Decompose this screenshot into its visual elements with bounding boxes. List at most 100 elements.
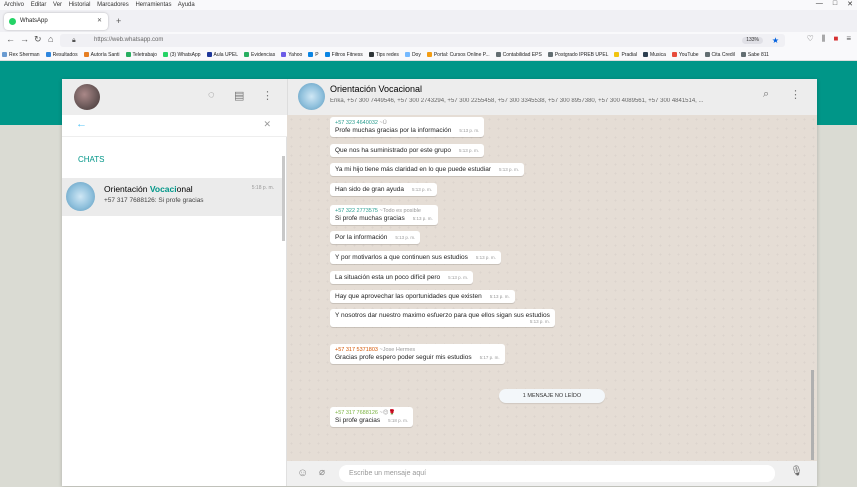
attach-clip-icon[interactable]: ⌀ [319, 467, 325, 478]
bookmark-item[interactable]: Yahoo [281, 52, 302, 58]
bookmark-item[interactable]: Rex Sherman [2, 52, 40, 58]
extension-icon[interactable]: ■ [833, 34, 838, 44]
message-bubble[interactable]: Han sido de gran ayuda 5:13 p. m. [330, 183, 438, 196]
bookmark-item[interactable]: Portal: Cursos Online P... [426, 52, 490, 58]
search-icon[interactable]: ⌕ [763, 88, 769, 101]
bookmark-item[interactable]: Postgrado IPREB UPEL [547, 52, 608, 58]
bookmark-item[interactable]: P [308, 52, 319, 58]
bookmark-item[interactable]: Filtros Fitness [324, 52, 363, 58]
message-bubble[interactable]: Hay que aprovechar las oportunidades que… [330, 290, 515, 303]
back-arrow-icon[interactable]: ← [76, 118, 87, 130]
maximize-button[interactable]: □ [833, 0, 837, 10]
message-bubble[interactable]: +57 323 4640032 ~Ü Profe muchas gracias p… [330, 117, 485, 137]
bookmark-item[interactable]: Musica [643, 52, 666, 58]
menu-historial[interactable]: Historial [69, 2, 91, 8]
menu-herramientas[interactable]: Herramientas [135, 2, 171, 8]
lock-icon[interactable]: 🔒︎ [72, 34, 76, 47]
new-tab-button[interactable]: + [116, 16, 121, 26]
bookmark-label: Sabe 811 [747, 52, 769, 58]
message-bubble[interactable]: Y por motivarlos a que continuen sus est… [330, 251, 501, 264]
message-sender[interactable]: +57 317 7688126 ~😊🌹 [335, 410, 408, 416]
address-bar[interactable]: 🔒︎ https://web.whatsapp.com 133% ★ [60, 34, 785, 47]
bookmark-label: Portal: Cursos Online P... [433, 52, 490, 58]
close-tab-icon[interactable]: ✕ [97, 13, 102, 30]
messages-scrollbar[interactable] [811, 370, 814, 460]
message-bubble[interactable]: Por la información 5:13 p. m. [330, 231, 421, 244]
message-bubble[interactable]: Ya mi hijo tiene más claridad en lo que … [330, 163, 524, 176]
message-time: 5:13 p. m. [395, 235, 416, 240]
bookmark-favicon-icon [125, 52, 131, 57]
message-sender[interactable]: +57 317 5371803 ~Jose Hermes [335, 347, 500, 353]
message-bubble[interactable]: La situación esta un poco difícil pero 5:… [330, 271, 474, 284]
back-icon[interactable]: ← [6, 34, 15, 44]
status-icon[interactable]: ◌ [208, 89, 215, 101]
bookmark-item[interactable]: Sabe 811 [740, 52, 769, 58]
message-sender[interactable]: +57 322 2773575 ~Todo es posible [335, 208, 433, 214]
menu-dots-icon[interactable]: ⋮ [262, 89, 273, 102]
chat-item-orientacion[interactable]: Orientación Vocacional 5:18 p. m. +57 31… [62, 178, 284, 216]
library-icon[interactable]: ⫼ [822, 34, 826, 44]
home-icon[interactable]: ⌂ [48, 34, 53, 44]
bookmark-item[interactable]: Evidencias [244, 52, 275, 58]
bookmark-item[interactable]: Contabilidad EPS [495, 52, 542, 58]
conversation-header[interactable]: Orientación Vocacional Erika, +57 300 74… [287, 79, 817, 115]
search-row[interactable]: ← ✕ [62, 115, 287, 137]
sidebar-scrollbar[interactable] [282, 156, 285, 241]
message-text: La situación esta un poco difícil pero [335, 274, 441, 281]
conversation-title: Orientación Vocacional [330, 84, 423, 94]
bookmark-item[interactable]: Cita Credil [704, 52, 735, 58]
tab-whatsapp[interactable]: WhatsApp ✕ [4, 13, 108, 30]
chat-time: 5:18 p. m. [251, 185, 274, 191]
bookmark-item[interactable]: Teletrabajo [125, 52, 157, 58]
bookmark-item[interactable]: Pradial [614, 52, 637, 58]
group-avatar [66, 182, 95, 211]
zoom-level[interactable]: 133% [742, 37, 763, 44]
message-time: 5:13 p. m. [412, 216, 433, 221]
menu-marcadores[interactable]: Marcadores [97, 2, 129, 8]
bookmark-item[interactable]: (3) WhatsApp [162, 52, 201, 58]
bookmark-item[interactable]: YouTube [671, 52, 699, 58]
minimize-button[interactable]: — [816, 0, 823, 10]
conversation-avatar[interactable] [298, 83, 325, 110]
microphone-icon[interactable]: 🎙︎ [790, 466, 803, 477]
message-bubble[interactable]: Que nos ha suministrado por este grupo 5:… [330, 144, 484, 157]
clear-search-icon[interactable]: ✕ [263, 119, 271, 130]
menu-ver[interactable]: Ver [53, 2, 62, 8]
bookmark-favicon-icon [671, 52, 677, 57]
bookmark-item[interactable]: Tips redes [368, 52, 399, 58]
emoji-icon[interactable]: ☺ [297, 467, 308, 479]
message-time: 5:13 p. m. [412, 187, 433, 192]
message-bubble[interactable]: +57 322 2773575 ~Todo es posible Si profe… [330, 205, 438, 225]
menu-editar[interactable]: Editar [31, 2, 47, 8]
chats-section-label: CHATS [78, 155, 105, 164]
conversation-menu-icon[interactable]: ⋮ [790, 88, 801, 101]
bookmark-item[interactable]: Doy [404, 52, 421, 58]
message-bubble[interactable]: Y nosotros dar nuestro maximo esfuerzo p… [330, 309, 555, 327]
tab-title: WhatsApp [20, 18, 48, 24]
forward-icon[interactable]: → [20, 34, 29, 44]
close-window-button[interactable]: ✕ [847, 0, 853, 10]
sender-nickname: ~Jose Hermes [379, 347, 416, 353]
menu-ayuda[interactable]: Ayuda [178, 2, 195, 8]
browser-menubar: Archivo Editar Ver Historial Marcadores … [0, 0, 857, 10]
bookmark-star-icon[interactable]: ★ [772, 34, 779, 47]
message-input[interactable]: Escribe un mensaje aquí [339, 465, 775, 482]
pocket-icon[interactable]: ♡ [807, 34, 814, 44]
bookmark-label: Evidencias [251, 52, 276, 58]
menu-icon[interactable]: ≡ [846, 34, 851, 44]
url-text[interactable]: https://web.whatsapp.com [94, 34, 163, 47]
reload-icon[interactable]: ↻ [34, 34, 42, 45]
message-bubble[interactable]: +57 317 5371803 ~Jose Hermes Gracias prof… [330, 344, 505, 364]
bookmark-item[interactable]: Resultados [45, 52, 78, 58]
menu-archivo[interactable]: Archivo [4, 2, 24, 8]
message-bubble[interactable]: +57 317 7688126 ~😊🌹 Si profe gracias 5:18 … [330, 407, 414, 427]
new-chat-icon[interactable]: ▤ [234, 89, 244, 102]
message-sender[interactable]: +57 323 4640032 ~Ü [335, 120, 479, 126]
bookmark-item[interactable]: Aula UPEL [206, 52, 238, 58]
bookmark-label: Yahoo [288, 52, 303, 58]
toolbar-right: ♡ ⫼ ■ ≡ [807, 34, 851, 44]
bookmark-item[interactable]: Autoría Santi [83, 52, 120, 58]
bookmark-favicon-icon [324, 52, 330, 57]
profile-avatar[interactable] [74, 84, 100, 110]
bookmark-label: Teletrabajo [132, 52, 157, 58]
